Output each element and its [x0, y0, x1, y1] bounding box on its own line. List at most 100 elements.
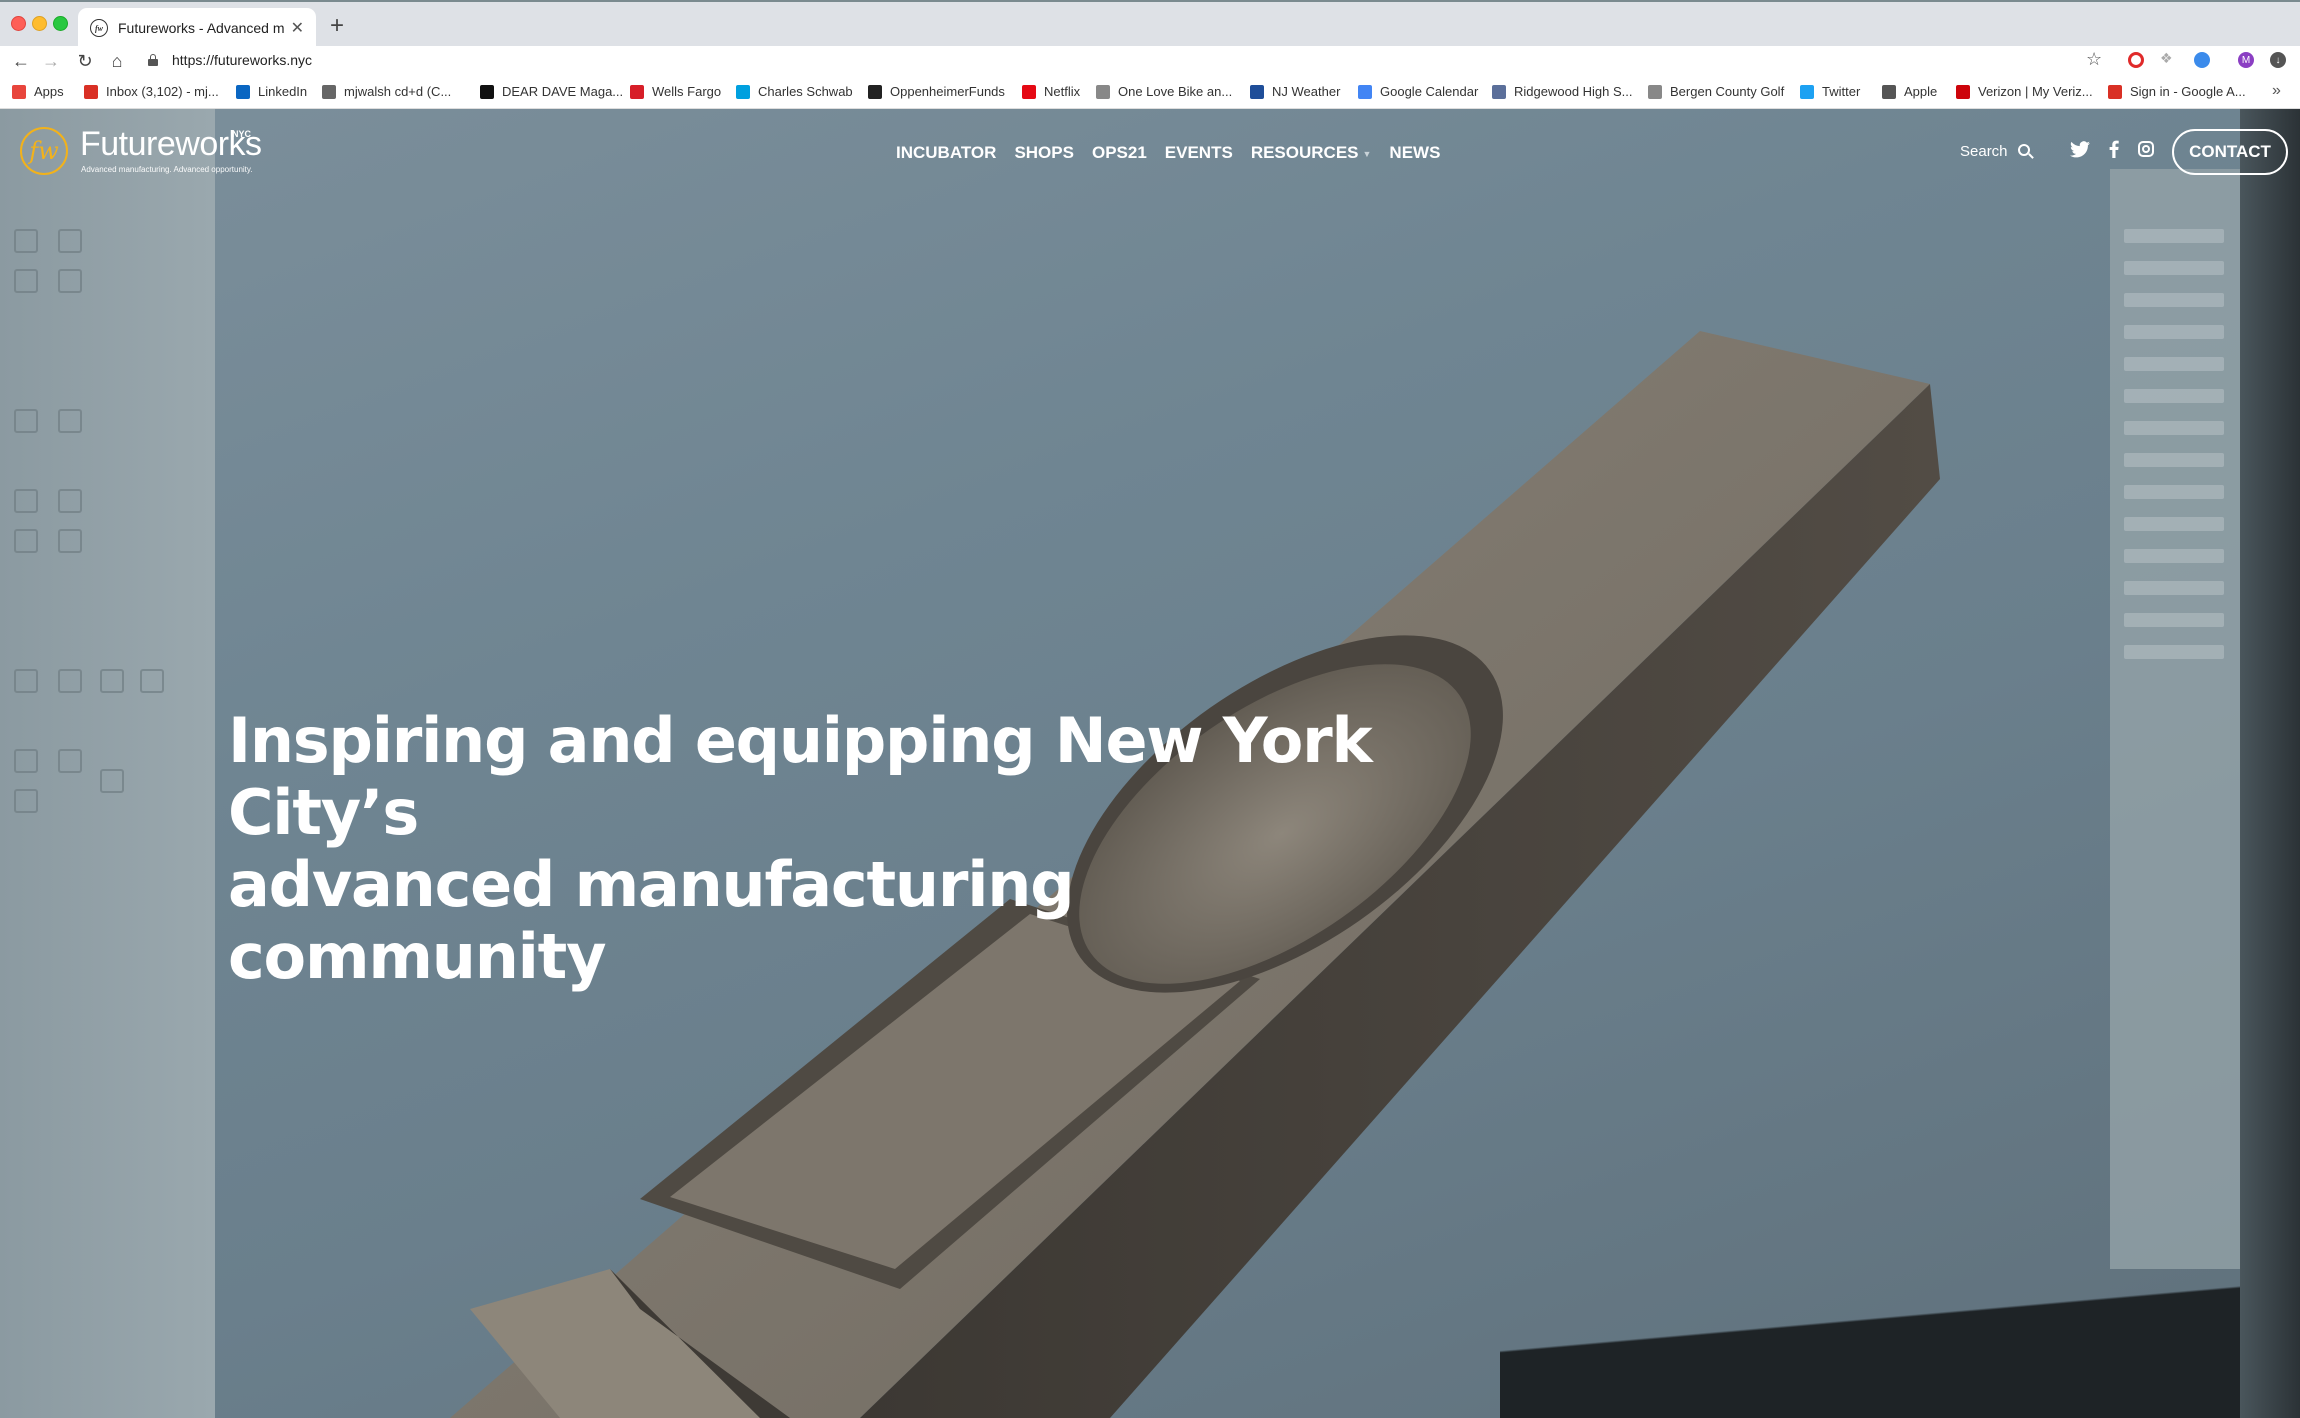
bookmark-item[interactable]: Ridgewood High S... — [1492, 84, 1633, 99]
bookmark-label: mjwalsh cd+d (C... — [344, 84, 452, 99]
apple-icon — [1882, 84, 1896, 99]
bookmark-label: Bergen County Golf — [1670, 84, 1785, 99]
tab-close-icon[interactable]: ✕ — [291, 18, 304, 38]
apps-grid-icon — [12, 84, 26, 99]
bookmark-label: One Love Bike an... — [1118, 84, 1233, 99]
main-nav: INCUBATOR SHOPS OPS21 EVENTS RESOURCES ▼ … — [896, 143, 1458, 163]
bookmark-label: Inbox (3,102) - mj... — [106, 84, 219, 99]
nav-events[interactable]: EVENTS — [1165, 143, 1233, 163]
bookmark-item[interactable]: mjwalsh cd+d (C... — [322, 84, 451, 99]
bookmark-label: Wells Fargo — [652, 84, 722, 99]
futureworks-logo-icon[interactable]: fw — [20, 127, 68, 175]
opera-extension-icon[interactable] — [2128, 52, 2144, 68]
bookmark-item[interactable]: Google Calendar — [1358, 84, 1478, 99]
window-maximize-button[interactable] — [53, 16, 68, 31]
bookmark-item[interactable]: Apps — [12, 84, 64, 99]
bookmark-star-icon[interactable]: ☆ — [2086, 49, 2102, 70]
bookmark-item[interactable]: LinkedIn — [236, 84, 307, 99]
dropbox-extension-icon[interactable]: ❖ — [2160, 50, 2176, 66]
profile-avatar[interactable]: M — [2238, 52, 2254, 68]
verizon-icon — [1956, 84, 1970, 99]
calendar-icon — [1358, 84, 1372, 99]
bookmark-item[interactable]: Apple — [1882, 84, 1937, 99]
bookmark-label: OppenheimerFunds — [890, 84, 1005, 99]
hero-title-line-2: advanced manufacturing community — [228, 848, 1075, 993]
nav-shops[interactable]: SHOPS — [1014, 143, 1074, 163]
chevron-down-icon: ▼ — [1362, 148, 1372, 159]
logo-nyc: NYC — [232, 129, 252, 139]
bookmark-item[interactable]: Wells Fargo — [630, 84, 721, 99]
window-minimize-button[interactable] — [32, 16, 47, 31]
search-label: Search — [1960, 143, 2008, 160]
futureworks-favicon-icon: fw — [90, 19, 108, 37]
bookmark-label: LinkedIn — [258, 84, 308, 99]
bookmark-item[interactable]: OppenheimerFunds — [868, 84, 1005, 99]
bookmark-item[interactable]: NJ Weather — [1250, 84, 1340, 99]
hero-title: Inspiring and equipping New York City’s … — [228, 705, 1428, 993]
weather-icon — [1250, 84, 1264, 99]
schwab-icon — [736, 84, 750, 99]
bookmark-label: Apps — [34, 84, 64, 99]
linkedin-icon — [236, 84, 250, 99]
bookmark-item[interactable]: Netflix — [1022, 84, 1080, 99]
bookmark-item[interactable]: Bergen County Golf — [1648, 84, 1784, 99]
bookmarks-bar: Apps Inbox (3,102) - mj... LinkedIn mjwalsh… — [0, 76, 2300, 109]
chat-extension-icon[interactable] — [2194, 52, 2210, 68]
monitor-bezel — [1500, 1259, 2300, 1418]
feather-icon — [480, 84, 494, 99]
ridgewood-icon — [1492, 84, 1506, 99]
lock-icon[interactable] — [148, 54, 158, 66]
nav-resources-label: RESOURCES — [1250, 143, 1359, 162]
bookmark-item[interactable]: Verizon | My Veriz... — [1956, 84, 2093, 99]
instagram-icon[interactable] — [2138, 141, 2154, 157]
bookmark-item[interactable]: Sign in - Google A... — [2108, 84, 2246, 99]
twitter-icon — [1800, 84, 1814, 99]
bookmark-label: Sign in - Google A... — [2130, 84, 2246, 99]
reload-icon[interactable]: ↻ — [72, 48, 98, 74]
browser-toolbar: ← → ↻ ⌂ https://futureworks.nyc ☆ ❖ M ↓ — [0, 46, 2300, 76]
bookmark-item[interactable]: One Love Bike an... — [1096, 84, 1232, 99]
bookmark-label: Netflix — [1044, 84, 1081, 99]
site-header: fw Futureworks NYC Advanced manufacturin… — [0, 109, 2300, 199]
bookmark-label: Apple — [1904, 84, 1938, 99]
page-icon — [322, 84, 336, 99]
browser-tab-active[interactable]: fw Futureworks - Advanced manu ✕ — [78, 8, 316, 48]
gmail-icon — [2108, 84, 2122, 99]
wells-fargo-icon — [630, 84, 644, 99]
facebook-icon[interactable] — [2104, 139, 2124, 159]
bookmark-item[interactable]: Charles Schwab — [736, 84, 853, 99]
nav-news[interactable]: NEWS — [1389, 143, 1440, 163]
gmail-icon — [84, 84, 98, 99]
browser-tab-strip: fw Futureworks - Advanced manu ✕ + — [0, 0, 2300, 48]
tab-title: Futureworks - Advanced manu — [118, 20, 285, 36]
bookmark-label: Charles Schwab — [758, 84, 853, 99]
home-icon[interactable]: ⌂ — [104, 48, 130, 74]
bookmark-label: Twitter — [1822, 84, 1861, 99]
oppenheimer-icon — [868, 84, 882, 99]
bookmark-item[interactable]: Inbox (3,102) - mj... — [84, 84, 219, 99]
bookmark-item[interactable]: Twitter — [1800, 84, 1860, 99]
back-arrow-icon[interactable]: ← — [8, 48, 34, 74]
nav-ops21[interactable]: OPS21 — [1092, 143, 1147, 163]
address-bar[interactable]: https://futureworks.nyc — [172, 52, 312, 68]
page: fw Futureworks - Advanced manu ✕ + ← → ↻… — [0, 0, 2300, 1418]
bookmark-label: Google Calendar — [1380, 84, 1479, 99]
twitter-icon[interactable] — [2070, 139, 2090, 159]
bookmark-label: Verizon | My Veriz... — [1978, 84, 2093, 99]
nav-incubator[interactable]: INCUBATOR — [896, 143, 996, 163]
page-icon — [1648, 84, 1662, 99]
monitor-edge — [2240, 109, 2300, 1418]
search-button[interactable]: Search — [1960, 143, 2034, 160]
bookmark-item[interactable]: DEAR DAVE Maga... — [480, 84, 623, 99]
bookmarks-overflow-icon[interactable]: » — [2272, 82, 2281, 100]
social-links — [2070, 139, 2154, 159]
forward-arrow-icon[interactable]: → — [38, 48, 64, 74]
hero-section: fw Futureworks NYC Advanced manufacturin… — [0, 109, 2300, 1418]
new-tab-button[interactable]: + — [330, 12, 344, 40]
logo-tagline: Advanced manufacturing. Advanced opportu… — [81, 165, 253, 174]
bookmark-label: NJ Weather — [1272, 84, 1341, 99]
download-icon[interactable]: ↓ — [2270, 52, 2286, 68]
contact-button[interactable]: CONTACT — [2172, 129, 2288, 175]
nav-resources[interactable]: RESOURCES ▼ — [1251, 143, 1372, 163]
window-close-button[interactable] — [11, 16, 26, 31]
